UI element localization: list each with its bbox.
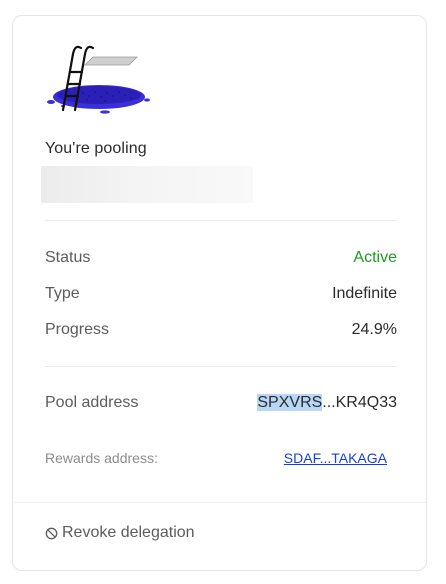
pool-ladder-illustration: [47, 45, 150, 114]
type-value: Indefinite: [332, 285, 397, 302]
status-label: Status: [45, 249, 91, 266]
pooling-label: You're pooling: [45, 140, 147, 157]
pool-address-label: Pool address: [45, 394, 139, 411]
ban-icon: [45, 527, 58, 539]
pool-address-rest[interactable]: ...KR4Q33: [322, 394, 397, 411]
rewards-address-label: Rewards address:: [45, 450, 158, 466]
status-value: Active: [353, 249, 397, 266]
progress-value: 24.9%: [351, 321, 397, 338]
rewards-address-link[interactable]: SDAF...TAKAGA: [284, 450, 387, 466]
revoke-delegation-button[interactable]: Revoke delegation: [45, 524, 195, 542]
type-row: Type Indefinite: [45, 283, 397, 305]
pooling-card: You're pooling Status Active Type Indefi…: [12, 15, 427, 571]
progress-row: Progress 24.9%: [45, 319, 397, 341]
progress-label: Progress: [45, 321, 110, 338]
pool-address-row: Pool address SPXVRS...KR4Q33: [45, 392, 397, 414]
pooled-amount-placeholder: [41, 166, 253, 203]
pool-address-value[interactable]: SPXVRS...KR4Q33: [257, 394, 397, 412]
divider: [45, 366, 397, 367]
type-label: Type: [45, 285, 80, 302]
divider: [13, 502, 426, 503]
status-row: Status Active: [45, 247, 397, 269]
pool-address-selected-text[interactable]: SPXVRS: [257, 394, 323, 411]
rewards-address-row: Rewards address: SDAF...TAKAGA: [45, 450, 395, 466]
divider: [45, 220, 397, 221]
revoke-delegation-label[interactable]: Revoke delegation: [62, 524, 195, 542]
